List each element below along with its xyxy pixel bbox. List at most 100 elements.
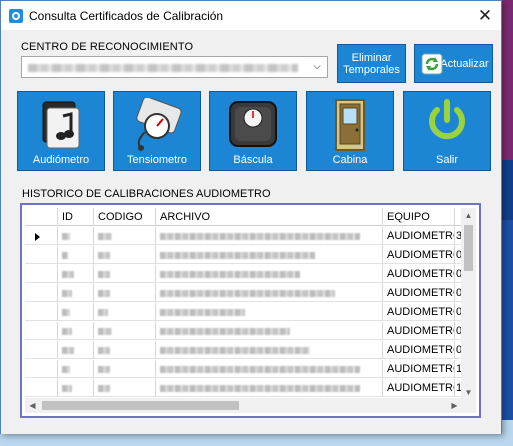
redacted-value xyxy=(98,232,112,240)
cell-codigo[interactable] xyxy=(94,322,156,340)
cell-codigo[interactable] xyxy=(94,379,156,397)
cell-codigo[interactable] xyxy=(94,246,156,264)
table-row[interactable]: AUDIOMETRO 0 xyxy=(25,303,462,321)
table-row[interactable]: AUDIOMETRO 3 xyxy=(25,227,462,245)
chevron-down-icon[interactable]: ⌵ xyxy=(310,60,324,74)
cell-codigo[interactable] xyxy=(94,341,156,359)
cell-equipo[interactable]: AUDIOMETRO xyxy=(383,379,455,397)
title-bar[interactable]: Consulta Certificados de Calibración ✕ xyxy=(1,1,501,30)
centro-combobox[interactable]: ⌵ xyxy=(21,56,328,78)
current-row-arrow-icon xyxy=(35,233,40,241)
horizontal-scroll-thumb[interactable] xyxy=(42,401,239,410)
cell-id[interactable] xyxy=(58,322,94,340)
cell-archivo[interactable] xyxy=(156,360,383,378)
cell-id[interactable] xyxy=(58,246,94,264)
cell-equipo[interactable]: AUDIOMETRO xyxy=(383,341,455,359)
cell-id[interactable] xyxy=(58,265,94,283)
cell-codigo[interactable] xyxy=(94,303,156,321)
row-header-cell[interactable] xyxy=(25,303,58,321)
table-row[interactable]: AUDIOMETRO 0 xyxy=(25,265,462,283)
cell-codigo[interactable] xyxy=(94,265,156,283)
bascula-label: Báscula xyxy=(233,154,273,166)
row-header-cell[interactable] xyxy=(25,265,58,283)
cell-equipo[interactable]: AUDIOMETRO xyxy=(383,322,455,340)
certificate-app-icon xyxy=(9,8,23,23)
cabina-button[interactable]: Cabina xyxy=(306,91,394,171)
salir-label: Salir xyxy=(435,154,458,166)
booth-icon xyxy=(335,99,365,151)
centro-combo-value xyxy=(28,64,298,72)
table-row[interactable]: AUDIOMETRO 0 xyxy=(25,322,462,340)
cell-id[interactable] xyxy=(58,379,94,397)
column-header-codigo[interactable]: CODIGO xyxy=(94,208,156,226)
cell-archivo[interactable] xyxy=(156,341,383,359)
close-button[interactable]: ✕ xyxy=(469,1,501,30)
actualizar-label: Actualizar xyxy=(440,57,489,70)
cell-archivo[interactable] xyxy=(156,265,383,283)
actualizar-button[interactable]: Actualizar xyxy=(414,44,493,83)
column-header-archivo[interactable]: ARCHIVO xyxy=(156,208,383,226)
redacted-value xyxy=(98,365,110,373)
table-row[interactable]: AUDIOMETRO 1 xyxy=(25,360,462,378)
redacted-value xyxy=(160,346,310,354)
cell-id[interactable] xyxy=(58,360,94,378)
cell-codigo[interactable] xyxy=(94,284,156,302)
column-header-id[interactable]: ID xyxy=(58,208,94,226)
cell-id[interactable] xyxy=(58,227,94,245)
cell-equipo[interactable]: AUDIOMETRO xyxy=(383,284,455,302)
historico-grid[interactable]: ID CODIGO ARCHIVO EQUIPO AUDIOMETRO 3 AUDI… xyxy=(20,203,481,418)
header-row-indicator xyxy=(25,208,58,226)
cell-archivo[interactable] xyxy=(156,322,383,340)
cell-id[interactable] xyxy=(58,341,94,359)
row-header-cell[interactable] xyxy=(25,246,58,264)
blood-pressure-monitor-icon xyxy=(136,98,182,151)
cabina-label: Cabina xyxy=(332,154,368,166)
redacted-value xyxy=(62,270,74,278)
column-header-equipo[interactable]: EQUIPO xyxy=(383,208,455,226)
main-panel: CENTRO DE RECONOCIMIENTO ⌵ Eliminar Temp… xyxy=(1,30,501,434)
redacted-value xyxy=(62,365,70,373)
table-row[interactable]: AUDIOMETRO 0 xyxy=(25,284,462,302)
cell-equipo[interactable]: AUDIOMETRO xyxy=(383,265,455,283)
cell-id[interactable] xyxy=(58,303,94,321)
scroll-left-icon[interactable]: ◀ xyxy=(25,398,40,413)
row-header-cell[interactable] xyxy=(25,360,58,378)
vertical-scrollbar[interactable]: ▲ ▼ xyxy=(461,208,476,400)
scroll-right-icon[interactable]: ▶ xyxy=(447,398,462,413)
cell-archivo[interactable] xyxy=(156,379,383,397)
row-header-cell[interactable] xyxy=(25,227,58,245)
cell-codigo[interactable] xyxy=(94,360,156,378)
cell-archivo[interactable] xyxy=(156,303,383,321)
cell-archivo[interactable] xyxy=(156,284,383,302)
audiometro-button[interactable]: Audiómetro xyxy=(17,91,105,171)
cell-archivo[interactable] xyxy=(156,246,383,264)
redacted-value xyxy=(160,289,335,297)
cell-equipo[interactable]: AUDIOMETRO xyxy=(383,360,455,378)
cell-equipo[interactable]: AUDIOMETRO xyxy=(383,227,455,245)
vertical-scroll-thumb[interactable] xyxy=(464,225,473,271)
power-icon xyxy=(429,99,465,140)
grid-body: ID CODIGO ARCHIVO EQUIPO AUDIOMETRO 3 AUDI… xyxy=(25,208,462,400)
cell-codigo[interactable] xyxy=(94,227,156,245)
row-header-cell[interactable] xyxy=(25,322,58,340)
row-header-cell[interactable] xyxy=(25,341,58,359)
cell-id[interactable] xyxy=(58,284,94,302)
horizontal-scrollbar[interactable]: ◀ ▶ xyxy=(25,398,462,413)
certificados-window: Consulta Certificados de Calibración ✕ C… xyxy=(0,0,502,434)
cell-archivo[interactable] xyxy=(156,227,383,245)
table-row[interactable]: AUDIOMETRO 0 xyxy=(25,246,462,264)
table-row[interactable]: AUDIOMETRO 1 xyxy=(25,379,462,397)
table-row[interactable]: AUDIOMETRO 0 xyxy=(25,341,462,359)
bascula-button[interactable]: Báscula xyxy=(209,91,297,171)
audiometro-label: Audiómetro xyxy=(32,154,90,166)
scroll-up-icon[interactable]: ▲ xyxy=(461,208,476,223)
redacted-value xyxy=(62,251,68,259)
cell-equipo[interactable]: AUDIOMETRO xyxy=(383,303,455,321)
tensiometro-button[interactable]: Tensiometro xyxy=(113,91,201,171)
row-header-cell[interactable] xyxy=(25,284,58,302)
cell-equipo[interactable]: AUDIOMETRO xyxy=(383,246,455,264)
salir-button[interactable]: Salir xyxy=(403,91,491,171)
redacted-value xyxy=(62,232,70,240)
row-header-cell[interactable] xyxy=(25,379,58,397)
eliminar-temporales-button[interactable]: Eliminar Temporales xyxy=(337,44,406,83)
